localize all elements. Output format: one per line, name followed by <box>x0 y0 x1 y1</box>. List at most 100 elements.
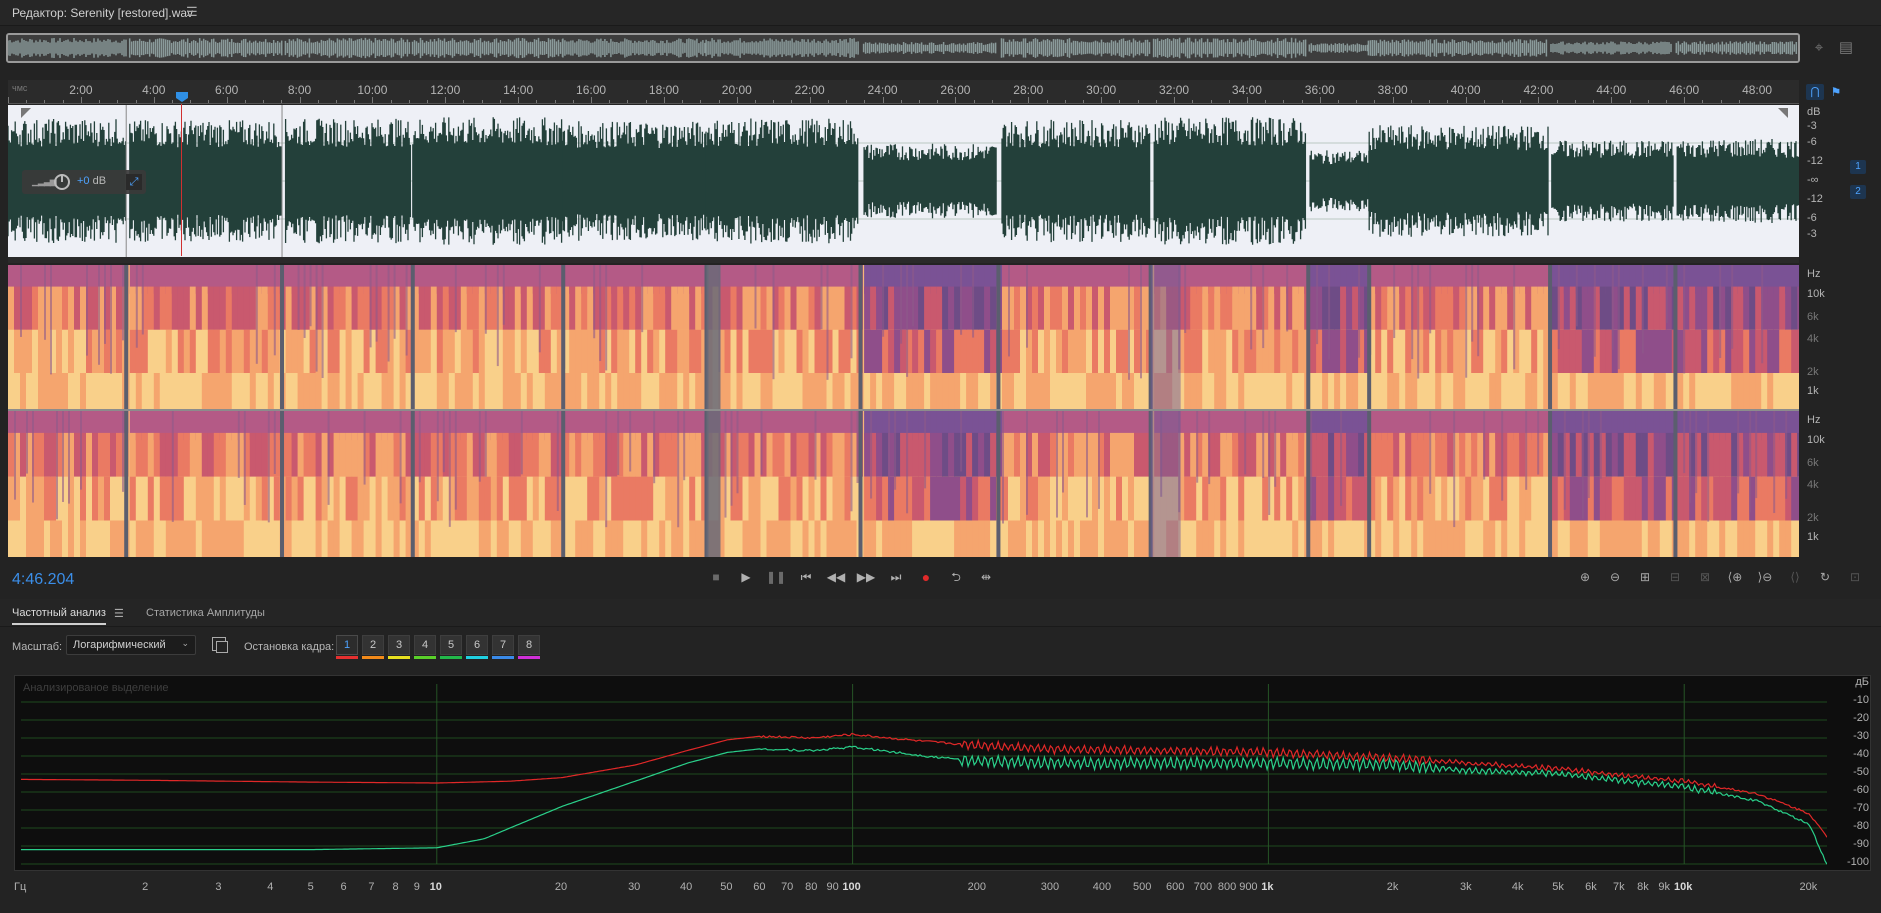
tab-frequency-analysis[interactable]: Частотный анализ <box>12 607 106 625</box>
channel-1-toggle[interactable]: 1 <box>1850 160 1866 174</box>
zoom-selection-left-icon[interactable]: ⊠ <box>1692 566 1718 588</box>
zoom-out-time-icon[interactable]: ⟩⊖ <box>1752 566 1778 588</box>
db-tick-label: -20 <box>1853 712 1869 724</box>
ruler-tick-mark <box>900 100 902 103</box>
display-options-icon[interactable]: ▤ <box>1836 38 1856 58</box>
ruler-tick-mark <box>1720 100 1722 103</box>
freeze-frame-button-3[interactable]: 3 <box>388 635 410 659</box>
ruler-tick-mark <box>955 97 957 103</box>
freeze-frame-color-swatch <box>362 656 384 659</box>
freq-tick-label: 4k <box>1511 881 1524 893</box>
analyze-selection-icon[interactable] <box>212 637 228 653</box>
zoom-out-full-both-icon[interactable]: ⊞ <box>1632 566 1658 588</box>
zoom-rotate-icon[interactable]: ↻ <box>1812 566 1838 588</box>
ruler-tick-mark <box>499 100 501 103</box>
ruler-tick-mark <box>882 97 884 103</box>
ruler-tick-mark <box>864 100 866 103</box>
hud-volume-control[interactable]: ▁▂▃▅ +0 dB ⤢ <box>22 170 146 194</box>
zoom-to-selection-icon[interactable]: ⊟ <box>1662 566 1688 588</box>
time-ruler[interactable]: чмс 2:00 4:00 6:00 8:00 10:00 12:00 14:00 16:00… <box>8 80 1799 104</box>
ruler-tick-mark <box>991 100 993 103</box>
ruler-tick-mark <box>827 100 829 103</box>
ruler-tick-mark <box>682 100 684 103</box>
freeze-frame-button-2[interactable]: 2 <box>362 635 384 659</box>
ruler-tick-mark <box>1356 100 1358 103</box>
ruler-tick-mark <box>572 100 574 103</box>
panel-menu-icon[interactable]: ☰ <box>186 4 198 20</box>
freq-tick-label: 6 <box>340 881 347 893</box>
loop-playback-button[interactable]: ⮌ <box>943 566 969 588</box>
marker-icon[interactable]: ⚑ <box>1828 84 1844 100</box>
zoom-out-full-icon[interactable]: ⌖ <box>1809 38 1829 58</box>
tab-amplitude-statistics[interactable]: Статистика Амплитуды <box>146 607 265 619</box>
ruler-tick-mark <box>1629 100 1631 103</box>
snap-icon[interactable]: ⋂ <box>1806 84 1824 100</box>
current-time-display[interactable]: 4:46.204 <box>12 571 74 589</box>
ruler-tick-mark <box>390 100 392 103</box>
zoom-in-time-icon[interactable]: ⟨⊕ <box>1722 566 1748 588</box>
channel-2-toggle[interactable]: 2 <box>1850 185 1866 199</box>
level-bars-icon: ▁▂▃▅ <box>32 176 57 186</box>
skip-selection-button[interactable]: ⇹ <box>973 566 999 588</box>
scale-label: Масштаб: <box>12 641 63 653</box>
freq-tick-label: 800 <box>1217 881 1237 893</box>
ruler-tick-mark <box>773 100 775 103</box>
spectral-channel-2[interactable] <box>8 411 1799 557</box>
db-tick-label: -90 <box>1853 838 1869 850</box>
ruler-tick-mark <box>1283 100 1285 103</box>
freq-tick-label: 3k <box>1459 881 1472 893</box>
db-tick-label: -50 <box>1853 766 1869 778</box>
tab-menu-icon[interactable]: ☰ <box>114 607 124 620</box>
freq-tick-label: 5 <box>307 881 314 893</box>
ruler-tick-mark <box>62 100 64 103</box>
ruler-tick-label: 30:00 <box>1086 83 1117 97</box>
spectral-channel-1[interactable] <box>8 265 1799 409</box>
ruler-tick-mark <box>80 97 82 103</box>
freq-tick-label: 2k <box>1386 881 1399 893</box>
freeze-frame-button-4[interactable]: 4 <box>414 635 436 659</box>
freeze-frame-button-7[interactable]: 7 <box>492 635 514 659</box>
go-to-end-button[interactable]: ⏭ <box>883 566 909 588</box>
waveform-spectral-divider[interactable] <box>8 257 1799 263</box>
freq-tick-label: 9k <box>1658 881 1670 893</box>
frequency-analysis-graph[interactable]: Анализированое выделение <box>14 675 1871 871</box>
freeze-frame-button-1[interactable]: 1 <box>336 635 358 659</box>
freq-tick-label: 8k <box>1637 881 1649 893</box>
waveform-display[interactable] <box>8 105 1799 257</box>
zoom-fit-icon[interactable]: ⊡ <box>1842 566 1868 588</box>
chevron-down-icon: ⌄ <box>181 638 189 648</box>
freq-tick-label: 80 <box>805 881 818 893</box>
freeze-frame-button-5[interactable]: 5 <box>440 635 462 659</box>
db-axis: дБ -10 -20 -30 -40 -50 -60 -70 -80 -90 -100 <box>1826 675 1871 871</box>
ruler-tick-mark <box>1174 97 1176 103</box>
ruler-tick-mark <box>153 97 155 103</box>
record-button[interactable]: ● <box>913 566 939 588</box>
rewind-button[interactable]: ◀◀ <box>823 566 849 588</box>
scale-dropdown[interactable]: Логарифмический ⌄ <box>66 635 196 655</box>
ruler-tick-label: 48:00 <box>1742 83 1773 97</box>
ruler-tick-label: 42:00 <box>1523 83 1554 97</box>
ruler-tick-mark <box>463 100 465 103</box>
freeze-frame-button-6[interactable]: 6 <box>466 635 488 659</box>
playhead-line <box>181 104 182 256</box>
ruler-tick-mark <box>591 97 593 103</box>
freeze-frame-button-8[interactable]: 8 <box>518 635 540 659</box>
ruler-tick-mark <box>1738 100 1740 103</box>
zoom-time-full-icon[interactable]: ⟨⟩ <box>1782 566 1808 588</box>
waveform-overview[interactable] <box>6 33 1800 63</box>
ruler-tick-label: 8:00 <box>287 83 312 97</box>
stop-button[interactable]: ■ <box>703 566 729 588</box>
freq-tick-label: 200 <box>967 881 986 893</box>
zoom-in-amplitude-icon[interactable]: ⊕ <box>1572 566 1598 588</box>
volume-knob[interactable] <box>54 174 70 190</box>
editor-title: Редактор: Serenity [restored].wav <box>12 6 194 20</box>
pause-button[interactable]: ❚❚ <box>763 566 789 588</box>
ruler-tick-mark <box>645 100 647 103</box>
play-button[interactable]: ▶ <box>733 566 759 588</box>
zoom-out-amplitude-icon[interactable]: ⊖ <box>1602 566 1628 588</box>
fast-forward-button[interactable]: ▶▶ <box>853 566 879 588</box>
go-to-start-button[interactable]: ⏮ <box>793 566 819 588</box>
ruler-tick-label: 10:00 <box>357 83 388 97</box>
freq-tick-label: 40 <box>680 881 693 893</box>
pin-hud-icon[interactable]: ⤢ <box>126 174 142 190</box>
